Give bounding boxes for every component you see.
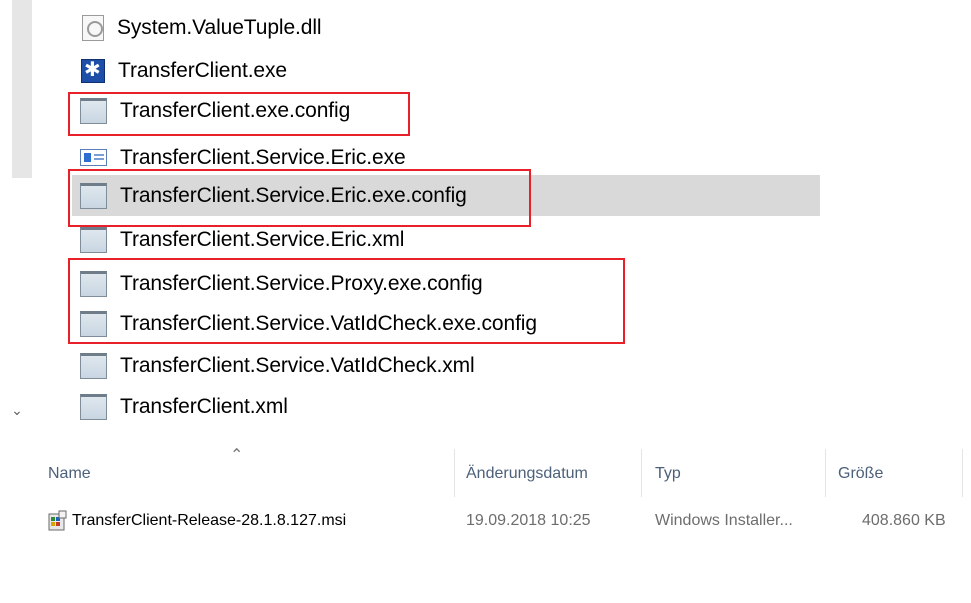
column-divider[interactable] [962,449,963,497]
highlight-box [68,92,410,136]
file-row[interactable]: TransferClient.xml [72,386,820,427]
file-list-panel: ⌄ System.ValueTuple.dll TransferClient.e… [0,0,971,425]
dll-file-icon [82,14,104,41]
xml-file-icon [80,393,107,420]
column-header-size[interactable]: Größe [838,465,883,483]
file-name: TransferClient.Service.VatIdCheck.xml [120,353,475,377]
list-item-date: 19.09.2018 10:25 [466,512,591,529]
exe-app-icon [81,58,105,83]
file-name: TransferClient.Service.Eric.xml [120,227,405,251]
file-name: TransferClient.Service.Eric.exe [120,145,406,169]
list-item-name[interactable]: TransferClient-Release-28.1.8.127.msi [72,512,346,530]
file-row[interactable]: TransferClient.Service.VatIdCheck.xml [72,345,820,386]
details-list-view: ⌃ Name Änderungsdatum Typ Größe Transfer… [0,425,971,603]
column-divider[interactable] [641,449,642,497]
xml-file-icon [80,226,107,253]
column-header-type[interactable]: Typ [655,465,681,483]
msi-installer-icon [48,510,67,531]
file-name: TransferClient.exe [118,58,287,82]
list-item-type: Windows Installer... [655,512,793,529]
column-header-date[interactable]: Änderungsdatum [466,465,588,483]
list-item-size: 408.860 KB [862,512,946,529]
xml-file-icon [80,352,107,379]
column-header-name[interactable]: Name [48,465,91,483]
vertical-scrollbar[interactable]: ⌄ [0,0,34,425]
highlight-box [68,258,625,344]
file-row[interactable]: System.ValueTuple.dll [72,7,820,48]
scrollbar-thumb[interactable] [12,0,32,178]
column-divider[interactable] [454,449,455,497]
scroll-down-arrow-icon[interactable]: ⌄ [8,400,26,420]
service-exe-icon [80,149,107,166]
highlight-box [68,169,531,227]
sort-ascending-icon: ⌃ [230,447,244,464]
file-name: System.ValueTuple.dll [117,15,322,39]
file-name: TransferClient.xml [120,394,288,418]
file-row[interactable]: TransferClient.exe [72,50,820,91]
column-divider[interactable] [825,449,826,497]
